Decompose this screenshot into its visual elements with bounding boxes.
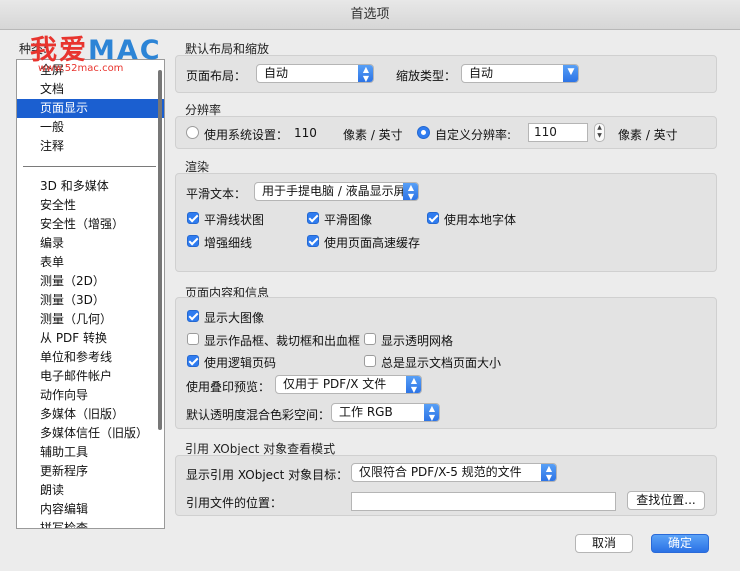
cancel-button[interactable]: 取消 bbox=[575, 534, 633, 553]
resolution-panel: 使用系统设置： 110 像素 / 英寸 自定义分辨率: 110 ▲ ▼ 像素 / … bbox=[175, 116, 717, 149]
sidebar-item[interactable]: 测量（3D） bbox=[17, 291, 164, 310]
sidebar-item[interactable]: 表单 bbox=[17, 253, 164, 272]
smooth-text-label: 平滑文本： bbox=[186, 187, 247, 201]
sidebar-item[interactable]: 一般 bbox=[17, 118, 164, 137]
chevron-down-icon: ▼ bbox=[563, 65, 578, 82]
sidebar-item[interactable]: 电子邮件帐户 bbox=[17, 367, 164, 386]
watermark-en: MAC bbox=[88, 35, 162, 66]
updown-chevron-icon: ▲ ▼ bbox=[358, 65, 373, 82]
sidebar-divider bbox=[23, 166, 156, 167]
sidebar-item[interactable]: 安全性（增强） bbox=[17, 215, 164, 234]
sidebar-item[interactable]: 3D 和多媒体 bbox=[17, 177, 164, 196]
system-resolution-label: 使用系统设置： bbox=[204, 128, 289, 142]
xobject-target-select[interactable]: 仅限符合 PDF/X-5 规范的文件 ▲ ▼ bbox=[351, 463, 557, 482]
sidebar-item[interactable]: 动作向导 bbox=[17, 386, 164, 405]
sidebar-item[interactable]: 注释 bbox=[17, 137, 164, 156]
blend-space-label: 默认透明度混合色彩空间： bbox=[186, 408, 331, 422]
sidebar-item[interactable]: 辅助工具 bbox=[17, 443, 164, 462]
sidebar-item[interactable]: 从 PDF 转换 bbox=[17, 329, 164, 348]
show-page-size-checkbox[interactable] bbox=[364, 355, 376, 367]
sidebar-item[interactable]: 安全性 bbox=[17, 196, 164, 215]
updown-chevron-icon: ▲ ▼ bbox=[541, 464, 556, 481]
file-location-label: 引用文件的位置： bbox=[186, 496, 283, 510]
show-page-size-label: 总是显示文档页面大小 bbox=[381, 356, 502, 370]
system-resolution-unit: 像素 / 英寸 bbox=[343, 128, 403, 142]
blend-space-value: 工作 RGB bbox=[339, 405, 393, 419]
window-title: 首选项 bbox=[350, 7, 390, 22]
resolution-stepper[interactable]: ▲ ▼ bbox=[594, 123, 605, 142]
xobject-panel: 显示引用 XObject 对象目标： 仅限符合 PDF/X-5 规范的文件 ▲ ▼… bbox=[175, 455, 717, 516]
transparency-grid-checkbox[interactable] bbox=[364, 333, 376, 345]
custom-resolution-unit: 像素 / 英寸 bbox=[618, 128, 678, 142]
sidebar-item[interactable]: 拼写检查 bbox=[17, 519, 164, 528]
watermark-cn: 我爱 bbox=[30, 35, 88, 66]
sidebar-item[interactable]: 多媒体信任（旧版） bbox=[17, 424, 164, 443]
sidebar-item[interactable]: 多媒体（旧版） bbox=[17, 405, 164, 424]
rendering-panel: 平滑文本： 用于手提电脑 / 液晶显示屏 ▲ ▼ 平滑线状图 平滑图像 使用本地字… bbox=[175, 173, 717, 272]
art-trim-bleed-label: 显示作品框、裁切框和出血框 bbox=[204, 334, 361, 348]
xobject-target-value: 仅限符合 PDF/X-5 规范的文件 bbox=[359, 465, 522, 479]
logical-page-numbers-checkbox[interactable] bbox=[187, 355, 199, 367]
sidebar-item[interactable]: 测量（2D） bbox=[17, 272, 164, 291]
local-fonts-checkbox[interactable] bbox=[427, 212, 439, 224]
sidebar-item[interactable]: 单位和参考线 bbox=[17, 348, 164, 367]
ok-button[interactable]: 确定 bbox=[651, 534, 709, 553]
smooth-images-label: 平滑图像 bbox=[324, 213, 373, 227]
category-list[interactable]: 全屏 文档 页面显示 一般 注释 3D 和多媒体 安全性 安全性（增强） 编录 表单 测量（2D）测… bbox=[16, 59, 165, 529]
custom-resolution-radio[interactable] bbox=[417, 126, 430, 139]
large-images-checkbox[interactable] bbox=[187, 310, 199, 322]
smooth-lineart-label: 平滑线状图 bbox=[204, 213, 265, 227]
page-content-panel: 显示大图像 显示作品框、裁切框和出血框 显示透明网格 使用逻辑页码 总是显示文档… bbox=[175, 297, 717, 429]
logical-page-numbers-label: 使用逻辑页码 bbox=[204, 356, 277, 370]
overprint-preview-label: 使用叠印预览： bbox=[186, 380, 271, 394]
page-cache-checkbox[interactable] bbox=[307, 235, 319, 247]
page-layout-label: 页面布局： bbox=[186, 69, 247, 83]
sidebar-item[interactable]: 页面显示 bbox=[17, 99, 164, 118]
custom-resolution-label: 自定义分辨率: bbox=[435, 128, 512, 142]
overprint-preview-select[interactable]: 仅用于 PDF/X 文件 ▲ ▼ bbox=[275, 375, 422, 394]
overprint-preview-value: 仅用于 PDF/X 文件 bbox=[283, 377, 387, 391]
updown-chevron-icon: ▲ ▼ bbox=[406, 376, 421, 393]
sidebar-scrollbar[interactable] bbox=[158, 70, 162, 430]
smooth-text-select[interactable]: 用于手提电脑 / 液晶显示屏 ▲ ▼ bbox=[254, 182, 419, 201]
enhance-thin-lines-label: 增强细线 bbox=[204, 236, 253, 250]
sidebar-item[interactable]: 内容编辑 bbox=[17, 500, 164, 519]
zoom-type-select[interactable]: 自动 ▼ bbox=[461, 64, 579, 83]
local-fonts-label: 使用本地字体 bbox=[444, 213, 517, 227]
blend-space-select[interactable]: 工作 RGB ▲ ▼ bbox=[331, 403, 440, 422]
sidebar-item[interactable]: 测量（几何） bbox=[17, 310, 164, 329]
system-resolution-value: 110 bbox=[294, 126, 317, 140]
sidebar-item[interactable]: 文档 bbox=[17, 80, 164, 99]
file-location-input[interactable] bbox=[351, 492, 616, 511]
zoom-type-value: 自动 bbox=[469, 66, 494, 80]
transparency-grid-label: 显示透明网格 bbox=[381, 334, 454, 348]
window-titlebar: 首选项 bbox=[0, 0, 740, 30]
sidebar-item[interactable]: 更新程序 bbox=[17, 462, 164, 481]
page-layout-select[interactable]: 自动 ▲ ▼ bbox=[256, 64, 374, 83]
smooth-text-value: 用于手提电脑 / 液晶显示屏 bbox=[262, 184, 406, 198]
sidebar-item[interactable]: 朗读 bbox=[17, 481, 164, 500]
smooth-lineart-checkbox[interactable] bbox=[187, 212, 199, 224]
art-trim-bleed-checkbox[interactable] bbox=[187, 333, 199, 345]
page-cache-label: 使用页面高速缓存 bbox=[324, 236, 421, 250]
enhance-thin-lines-checkbox[interactable] bbox=[187, 235, 199, 247]
xobject-target-label: 显示引用 XObject 对象目标： bbox=[186, 468, 349, 482]
zoom-type-label: 缩放类型： bbox=[396, 69, 457, 83]
layout-panel: 页面布局： 自动 ▲ ▼ 缩放类型： 自动 ▼ bbox=[175, 55, 717, 93]
sidebar-item[interactable]: 编录 bbox=[17, 234, 164, 253]
updown-chevron-icon: ▲ ▼ bbox=[424, 404, 439, 421]
browse-location-button[interactable]: 查找位置... bbox=[627, 491, 705, 510]
system-resolution-radio[interactable] bbox=[186, 126, 199, 139]
page-layout-value: 自动 bbox=[264, 66, 289, 80]
custom-resolution-input[interactable]: 110 bbox=[528, 123, 588, 142]
smooth-images-checkbox[interactable] bbox=[307, 212, 319, 224]
large-images-label: 显示大图像 bbox=[204, 311, 265, 325]
watermark-logo: 我爱MAC www.52mac.com bbox=[30, 28, 162, 74]
updown-chevron-icon: ▲ ▼ bbox=[403, 183, 418, 200]
